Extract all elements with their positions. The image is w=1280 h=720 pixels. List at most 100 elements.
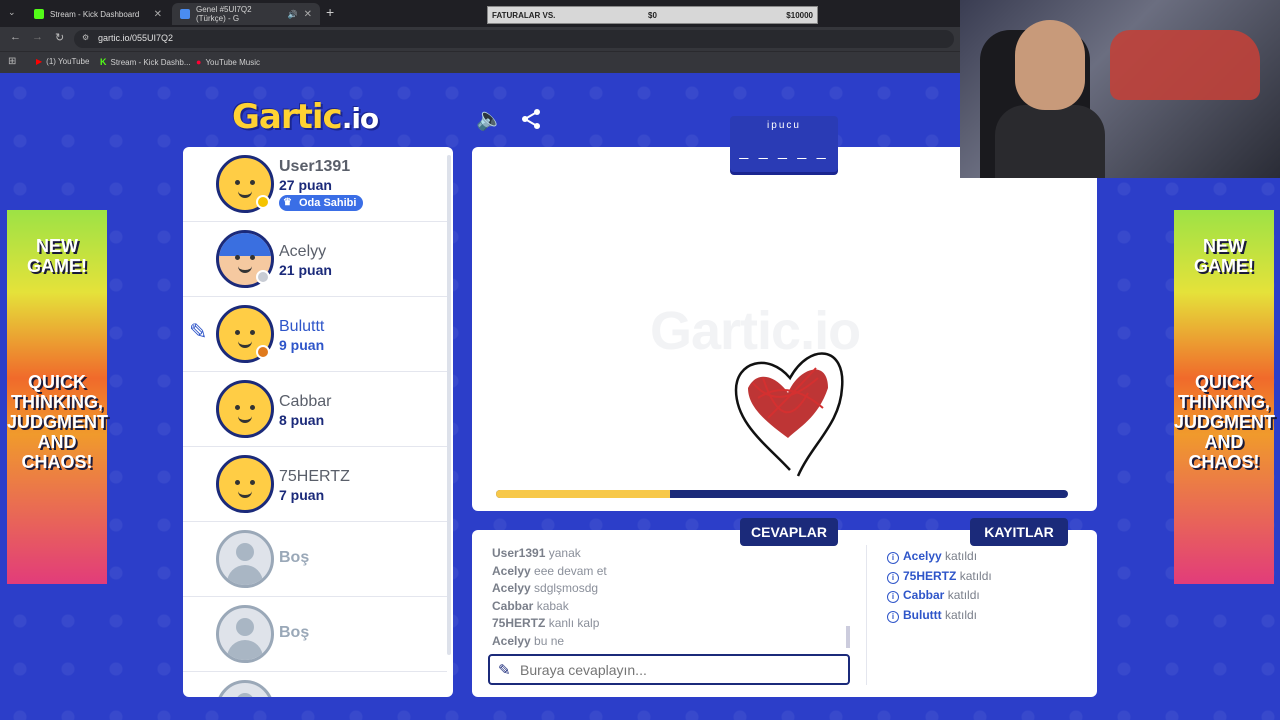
answer-input[interactable] xyxy=(520,660,840,680)
url-field[interactable]: ⚙ gartic.io/055UI7Q2 xyxy=(74,30,954,48)
status-indicator xyxy=(256,195,270,209)
player-score: 7 puan xyxy=(279,487,325,503)
player-name: Acelyy xyxy=(279,243,327,260)
close-tab-icon[interactable]: ✕ xyxy=(304,9,312,20)
empty-slot[interactable]: Boş xyxy=(183,597,447,672)
pencil-icon: ✎ xyxy=(498,662,511,679)
answer-item: User1391 yanak xyxy=(492,546,842,564)
answer-text: sdglşmosdg xyxy=(534,581,599,595)
hint-label: ipucu xyxy=(767,120,801,131)
answer-user: Cabbar xyxy=(492,598,534,613)
back-icon[interactable]: ← xyxy=(10,31,21,43)
empty-slot[interactable]: Boş xyxy=(183,522,447,597)
answers-scrollbar[interactable] xyxy=(846,626,850,648)
player-score: 8 puan xyxy=(279,412,325,428)
log-item: i Cabbar katıldı xyxy=(887,588,992,608)
bookmark-youtube-music[interactable]: ● YouTube Music xyxy=(196,57,260,67)
answer-item: Cabbar kabak xyxy=(492,599,842,617)
ad-banner-left[interactable]: NEW GAME! QUICK THINKING, JUDGMENT AND C… xyxy=(7,210,108,584)
log-item: i Buluttt katıldı xyxy=(887,608,992,628)
tab-answers[interactable]: CEVAPLAR xyxy=(740,518,838,546)
avatar xyxy=(216,380,274,438)
bookmark-label: YouTube Music xyxy=(205,57,260,67)
close-tab-icon[interactable]: ✕ xyxy=(154,9,162,20)
player-card[interactable]: ✎ Buluttt 9 puan xyxy=(183,297,447,372)
log-text: katıldı xyxy=(959,568,992,583)
owner-label: Oda Sahibi xyxy=(299,197,357,209)
player-name: 75HERTZ xyxy=(279,468,350,485)
bookmark-youtube[interactable]: ▶ (1) YouTube xyxy=(36,57,89,66)
reload-icon[interactable]: ↻ xyxy=(55,31,64,44)
status-indicator xyxy=(256,270,270,284)
share-icon[interactable] xyxy=(520,108,542,130)
bookmark-label: Stream - Kick Dashb... xyxy=(110,57,191,67)
tab-gartic[interactable]: Genel #5UI7Q2 (Türkçe) - G 🔊 ✕ xyxy=(172,3,320,25)
goal-current: $0 xyxy=(648,10,657,20)
timer-fill xyxy=(496,490,671,498)
log-user: Buluttt xyxy=(903,607,942,622)
tab-title: Genel #5UI7Q2 (Türkçe) - G xyxy=(196,5,252,23)
round-timer-bar xyxy=(496,490,1068,498)
empty-avatar-icon xyxy=(216,530,274,588)
empty-avatar-icon xyxy=(216,680,274,697)
hint-blanks: _ _ _ _ _ xyxy=(739,143,829,160)
crown-icon: ♛ xyxy=(283,197,292,208)
info-icon: i xyxy=(887,552,899,564)
empty-slot-label: Boş xyxy=(279,549,310,566)
answer-user: Acelyy xyxy=(492,563,531,578)
answer-item: 75HERTZ kanlı kalp xyxy=(492,616,842,634)
answer-text: eee devam et xyxy=(534,563,607,578)
forward-icon[interactable]: → xyxy=(32,31,43,43)
answer-item: Acelyy sdglşmosdg xyxy=(492,581,842,599)
info-icon: i xyxy=(887,591,899,603)
answer-item: Acelyy bu ne xyxy=(492,634,842,652)
apps-grid-icon[interactable]: ⊞ xyxy=(8,56,16,67)
room-owner-badge: ♛ Oda Sahibi xyxy=(279,195,364,211)
streamer-face xyxy=(1015,20,1085,110)
bookmark-kick[interactable]: K Stream - Kick Dashb... xyxy=(100,57,191,67)
log-user: 75HERTZ xyxy=(903,568,957,583)
answer-item: Acelyy eee devam et xyxy=(492,564,842,582)
answer-input-box[interactable]: ✎ xyxy=(488,654,850,685)
kick-icon: K xyxy=(100,57,107,67)
log-text: katıldı xyxy=(947,588,980,602)
tab-logs[interactable]: KAYITLAR xyxy=(970,518,1068,546)
goal-target: $10000 xyxy=(786,10,813,20)
player-name: User1391 xyxy=(279,158,351,175)
player-card[interactable]: 75HERTZ 7 puan xyxy=(183,447,447,522)
player-card[interactable]: Acelyy 21 puan xyxy=(183,222,447,297)
empty-slot-label: Boş xyxy=(279,624,310,641)
logo-suffix: .io xyxy=(341,102,379,135)
answers-list: User1391 yanak Acelyy eee devam et Acely… xyxy=(492,546,842,651)
tab-list-chevron-icon[interactable]: ⌄ xyxy=(8,7,16,18)
player-score: 27 puan xyxy=(279,177,332,193)
kick-favicon-icon xyxy=(34,9,44,19)
players-scrollbar[interactable] xyxy=(447,155,451,655)
tab-kick-dashboard[interactable]: Stream - Kick Dashboard ✕ xyxy=(26,3,170,25)
url-text: gartic.io/055UI7Q2 xyxy=(98,33,174,43)
site-info-icon[interactable]: ⚙ xyxy=(82,33,89,42)
bookmark-label: (1) YouTube xyxy=(46,57,90,66)
log-user: Acelyy xyxy=(903,549,942,563)
answer-text: yanak xyxy=(548,546,581,560)
log-text: katıldı xyxy=(945,607,978,622)
answer-text: kabak xyxy=(536,598,569,613)
new-tab-icon[interactable]: + xyxy=(326,4,334,20)
ad-tagline: QUICK THINKING, JUDGMENT AND CHAOS! xyxy=(1174,372,1276,472)
stream-goal-overlay: FATURALAR VS. $0 $10000 xyxy=(487,6,818,24)
log-item: i 75HERTZ katıldı xyxy=(887,569,992,589)
gartic-logo: Gartic.io xyxy=(232,97,379,137)
gartic-favicon-icon xyxy=(180,9,190,19)
logo-main: Gartic xyxy=(232,97,343,137)
logs-list: i Acelyy katıldı i 75HERTZ katıldı i Cabbar… xyxy=(887,549,992,627)
sound-icon[interactable]: 🔈 xyxy=(476,106,503,132)
ad-banner-right[interactable]: NEW GAME! QUICK THINKING, JUDGMENT AND C… xyxy=(1174,210,1276,584)
player-card[interactable]: User1391 27 puan ♛ Oda Sahibi xyxy=(183,147,447,222)
player-card[interactable]: Cabbar 8 puan xyxy=(183,372,447,447)
player-name: Cabbar xyxy=(279,393,332,410)
audio-playing-icon[interactable]: 🔊 xyxy=(288,10,298,19)
drawing-pencil-icon: ✎ xyxy=(189,319,208,344)
player-score: 21 puan xyxy=(279,262,332,278)
hint-box: ipucu _ _ _ _ _ xyxy=(730,116,838,172)
empty-slot-partial xyxy=(183,672,447,697)
